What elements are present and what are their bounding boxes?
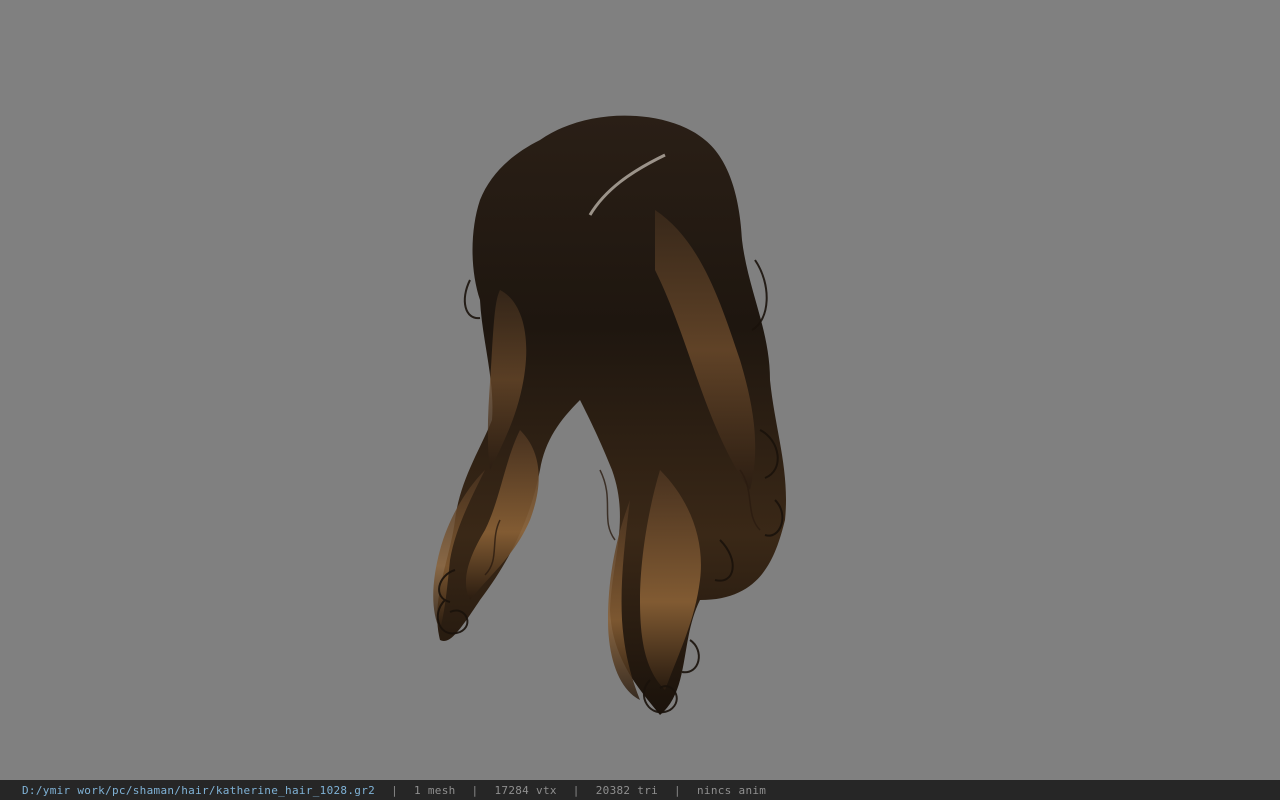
- status-bar: D:/ymir work/pc/shaman/hair/katherine_ha…: [0, 780, 1280, 800]
- triangle-count-label: 20382 tri: [595, 783, 659, 797]
- status-separator: |: [572, 783, 580, 797]
- model-viewer-window: D:/ymir work/pc/shaman/hair/katherine_ha…: [0, 0, 1280, 800]
- file-path-label: D:/ymir work/pc/shaman/hair/katherine_ha…: [22, 783, 376, 797]
- status-separator: |: [674, 783, 681, 797]
- animation-status-label: nincs anim: [696, 783, 767, 797]
- mesh-count-label: 1 mesh: [414, 783, 456, 797]
- status-separator: |: [471, 783, 479, 797]
- status-separator: |: [391, 783, 398, 797]
- 3d-viewport[interactable]: [0, 0, 1280, 780]
- hair-model-render: [433, 115, 787, 715]
- vertex-count-label: 17284 vtx: [494, 783, 557, 797]
